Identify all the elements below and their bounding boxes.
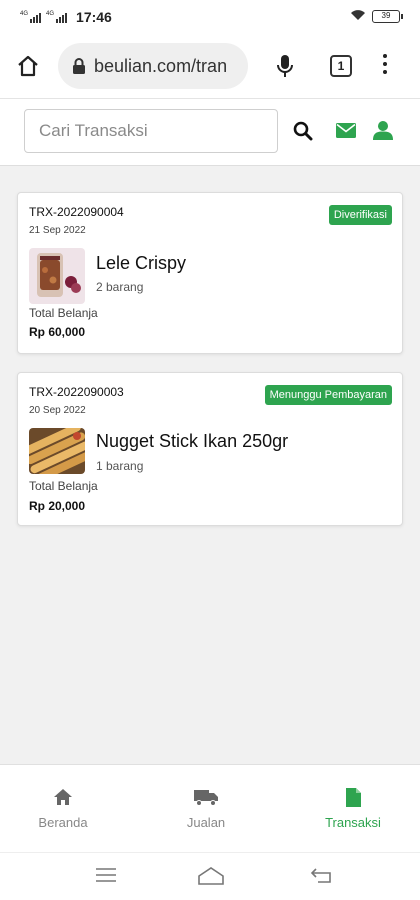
transaction-date: 21 Sep 2022 (29, 225, 86, 236)
back-icon[interactable] (310, 867, 332, 888)
signal-icon-2: 4G (46, 11, 68, 23)
status-bar: 4G 4G 17:46 39 (0, 0, 420, 34)
user-icon[interactable] (373, 120, 393, 145)
battery-icon: 39 (372, 9, 403, 23)
total-value: Rp 20,000 (29, 499, 86, 513)
product-thumbnail (29, 428, 85, 474)
total-label: Total Belanja (29, 479, 98, 493)
browser-toolbar: beulian.com/tran 1 (0, 34, 420, 98)
wifi-icon (350, 8, 366, 24)
search-input[interactable] (24, 109, 278, 153)
clock: 17:46 (76, 9, 112, 25)
nav-item-beranda[interactable]: Beranda (13, 785, 113, 830)
home-icon (13, 785, 113, 809)
battery-level: 39 (381, 10, 391, 20)
product-quantity: 2 barang (96, 280, 144, 294)
microphone-icon[interactable] (276, 54, 294, 83)
document-icon (303, 785, 403, 809)
tab-count-button[interactable]: 1 (330, 55, 352, 77)
bottom-navigation: Beranda Jualan Transaksi (0, 764, 420, 852)
status-badge: Menunggu Pembayaran (264, 385, 392, 405)
product-quantity: 1 barang (96, 459, 144, 473)
total-label: Total Belanja (29, 306, 98, 320)
system-navigation-bar (0, 852, 420, 900)
menu-icon[interactable] (96, 867, 116, 888)
signal-icon: 4G (20, 11, 42, 23)
transaction-id: TRX-2022090004 (29, 205, 124, 219)
nav-label: Jualan (186, 815, 226, 830)
search-icon[interactable] (293, 121, 313, 146)
status-badge: Diverifikasi (328, 205, 392, 225)
nav-label: Beranda (38, 815, 88, 830)
product-thumbnail (29, 248, 85, 304)
lock-icon (72, 57, 86, 75)
nav-item-jualan[interactable]: Jualan (156, 785, 256, 830)
browser-menu-icon[interactable] (383, 54, 387, 74)
product-name: Lele Crispy (96, 253, 187, 273)
transaction-card[interactable]: TRX-2022090004 21 Sep 2022 Diverifikasi … (17, 192, 403, 354)
transaction-date: 20 Sep 2022 (29, 405, 86, 416)
address-bar[interactable]: beulian.com/tran (58, 43, 248, 89)
nav-item-transaksi[interactable]: Transaksi (303, 785, 403, 830)
transaction-card[interactable]: TRX-2022090003 20 Sep 2022 Menunggu Pemb… (17, 372, 403, 526)
product-name: Nugget Stick Ikan 250gr (96, 431, 289, 451)
transaction-list: TRX-2022090004 21 Sep 2022 Diverifikasi … (0, 166, 420, 526)
nav-label: Transaksi (325, 815, 381, 830)
system-home-icon[interactable] (198, 867, 224, 890)
search-header (0, 98, 420, 166)
transaction-id: TRX-2022090003 (29, 385, 124, 399)
url-text: beulian.com/tran (94, 55, 228, 76)
total-value: Rp 60,000 (29, 325, 86, 339)
mail-icon[interactable] (336, 123, 356, 143)
truck-icon (156, 785, 256, 809)
browser-home-icon[interactable] (14, 52, 42, 80)
